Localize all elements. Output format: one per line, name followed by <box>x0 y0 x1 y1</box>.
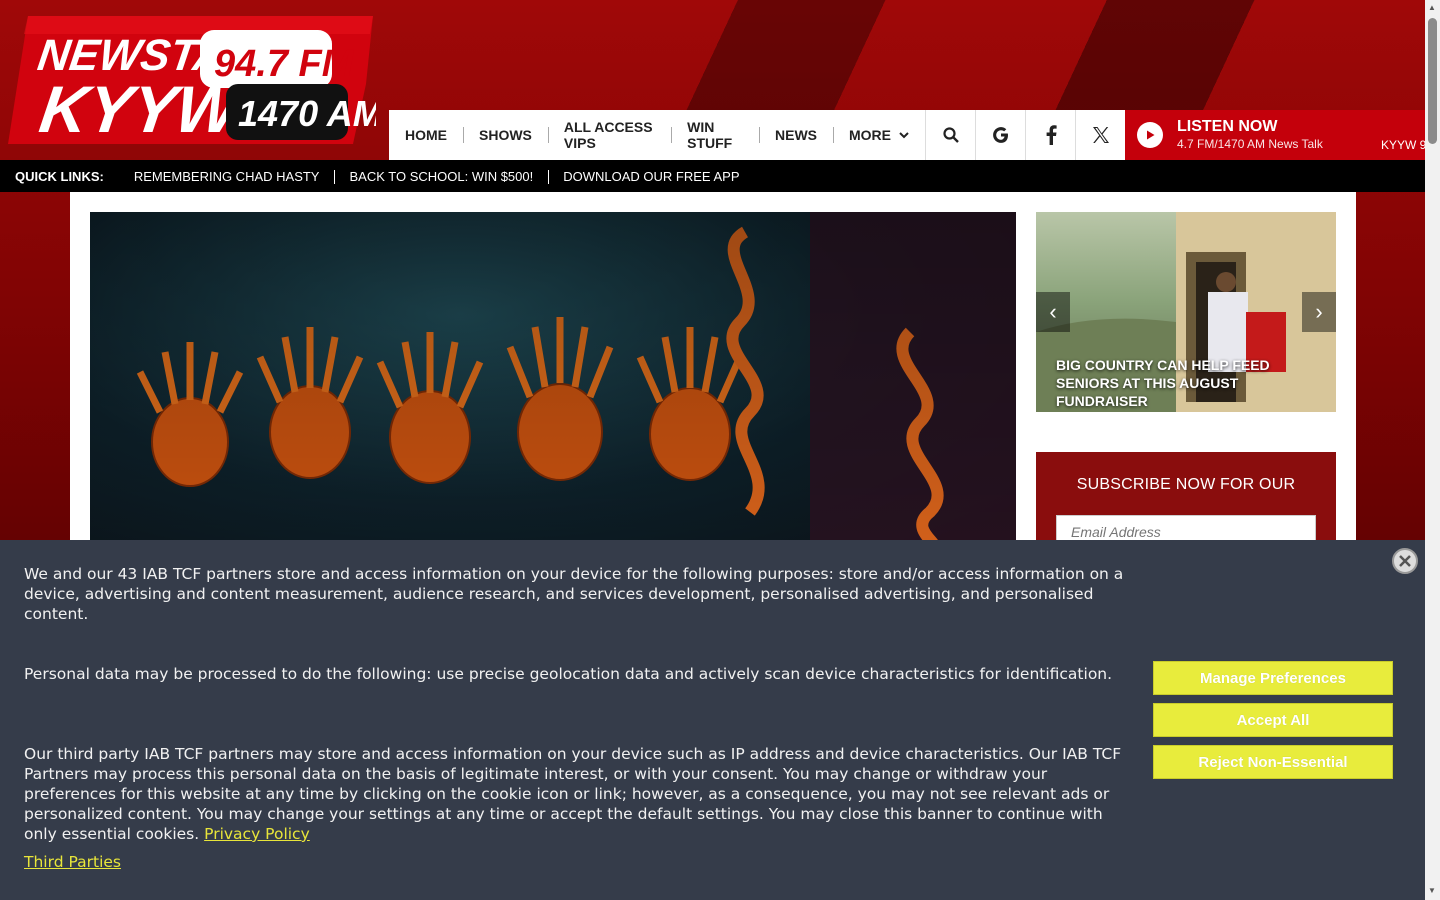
cookie-text-processing: Personal data may be processed to do the… <box>24 665 1113 683</box>
listen-now-title: LISTEN NOW <box>1177 118 1278 135</box>
x-twitter-button[interactable] <box>1075 110 1125 160</box>
scroll-down-icon[interactable]: ▼ <box>1428 886 1436 895</box>
nav-win-stuff[interactable]: WIN STUFF <box>671 110 759 160</box>
nav-news[interactable]: NEWS <box>759 110 833 160</box>
privacy-policy-link[interactable]: Privacy Policy <box>204 825 310 843</box>
nav-shows-label: SHOWS <box>479 127 532 143</box>
quick-links-label: QUICK LINKS: <box>15 168 104 184</box>
quick-link-download-app[interactable]: DOWNLOAD OUR FREE APP <box>548 169 754 184</box>
nav-all-access-vips[interactable]: ALL ACCESS VIPS <box>547 110 671 160</box>
play-icon <box>1137 122 1163 148</box>
carousel-next-button[interactable]: › <box>1302 292 1336 332</box>
facebook-icon <box>1046 125 1057 145</box>
third-parties-link[interactable]: Third Parties <box>24 853 121 871</box>
cookie-text-purposes: We and our 43 IAB TCF partners store and… <box>24 565 1124 623</box>
cookie-banner: We and our 43 IAB TCF partners store and… <box>0 540 1425 900</box>
quick-link-remembering-chad-hasty[interactable]: REMEMBERING CHAD HASTY <box>119 169 335 184</box>
scroll-up-icon[interactable]: ▲ <box>1428 3 1436 12</box>
close-banner-button[interactable] <box>1392 548 1418 574</box>
close-icon <box>1399 555 1411 567</box>
hero-image[interactable] <box>90 212 1016 552</box>
logo-am: 1470 AM <box>238 93 376 134</box>
station-logo[interactable]: NEWSTALK KYYW 94.7 FM 1470 AM <box>8 14 384 147</box>
nav-more-label: MORE <box>849 127 891 143</box>
search-icon <box>942 127 959 143</box>
promo-title[interactable]: BIG COUNTRY CAN HELP FEED SENIORS AT THI… <box>1056 356 1316 410</box>
facebook-button[interactable] <box>1025 110 1075 160</box>
google-icon <box>992 127 1008 143</box>
accept-all-button[interactable]: Accept All <box>1153 703 1393 737</box>
logo-fm: 94.7 FM <box>214 43 355 85</box>
cookie-text-partners-body: Our third party IAB TCF partners may sto… <box>24 745 1122 843</box>
quick-links-bar: QUICK LINKS: REMEMBERING CHAD HASTY BACK… <box>0 160 1425 192</box>
chevron-down-icon <box>899 132 909 139</box>
scroll-thumb[interactable] <box>1428 18 1437 144</box>
listen-now-ticker: KYYW 9 <box>1381 138 1425 152</box>
nav-home[interactable]: HOME <box>389 110 463 160</box>
reject-non-essential-button[interactable]: Reject Non-Essential <box>1153 745 1393 779</box>
listen-now-subtitle: 4.7 FM/1470 AM News Talk <box>1177 137 1323 151</box>
carousel-prev-button[interactable]: ‹ <box>1036 292 1070 332</box>
manage-preferences-button[interactable]: Manage Preferences <box>1153 661 1393 695</box>
promo-carousel[interactable]: ‹ › BIG COUNTRY CAN HELP FEED SENIORS AT… <box>1036 212 1336 412</box>
nav-news-label: NEWS <box>775 127 817 143</box>
listen-now-button[interactable]: LISTEN NOW 4.7 FM/1470 AM News Talk KYYW… <box>1125 110 1425 160</box>
page-scrollbar[interactable]: ▲ ▼ <box>1425 0 1440 900</box>
cookie-text-partners: Our third party IAB TCF partners may sto… <box>24 744 1128 844</box>
search-button[interactable] <box>925 110 975 160</box>
nav-shows[interactable]: SHOWS <box>463 110 548 160</box>
nav-win-stuff-label: WIN STUFF <box>687 119 733 151</box>
main-nav: HOME SHOWS ALL ACCESS VIPS WIN STUFF NEW… <box>389 110 1125 160</box>
google-button[interactable] <box>975 110 1025 160</box>
quick-link-back-to-school[interactable]: BACK TO SCHOOL: WIN $500! <box>334 169 548 184</box>
nav-vips-label: ALL ACCESS VIPS <box>563 119 653 151</box>
nav-home-label: HOME <box>405 127 447 143</box>
subscribe-title: SUBSCRIBE NOW FOR OUR <box>1076 476 1296 493</box>
third-parties-row: Third Parties <box>24 852 1128 872</box>
x-twitter-icon <box>1092 127 1109 143</box>
nav-more[interactable]: MORE <box>833 110 925 160</box>
